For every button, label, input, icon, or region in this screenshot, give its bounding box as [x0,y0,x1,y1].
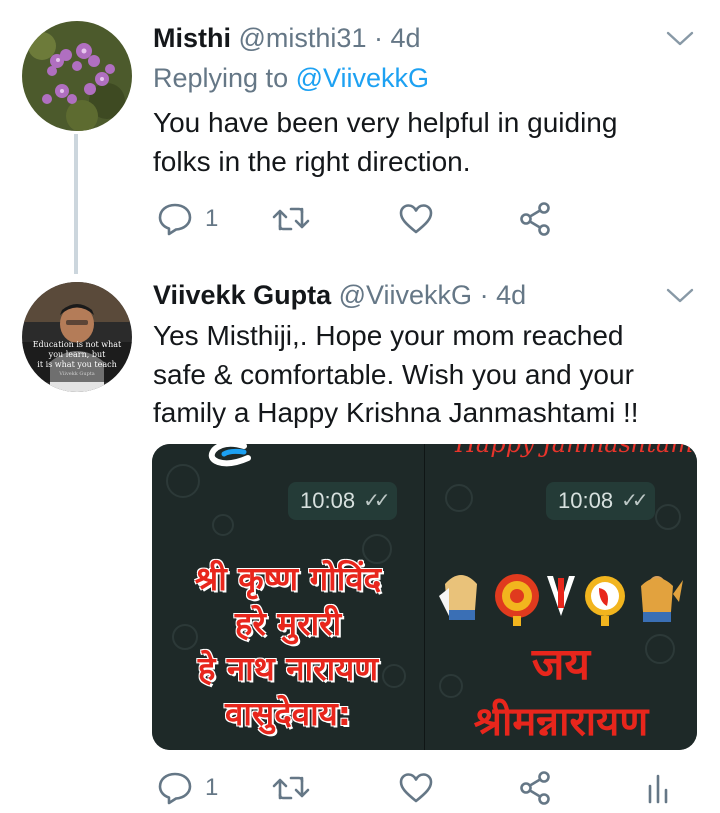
reply-icon [158,772,192,805]
tweet-menu-button[interactable] [662,27,698,51]
retweet-icon [272,776,310,800]
tweet-actions: 1 [153,199,698,239]
shankha-conch [585,576,625,626]
analytics-icon [648,774,668,804]
message-time: 10:08 [558,488,614,513]
tweet-viivekk[interactable]: Education is not what you learn, but it … [0,262,720,813]
tweet-text-line: family a Happy Krishna Janmashtami !! [153,397,639,428]
like-button[interactable] [398,768,434,808]
reply-icon [158,203,192,236]
media-image-left[interactable]: 10:08 ✓✓ श्री कृष्ण गोविंद हरे मुरारी हे… [152,444,424,750]
avatar-quote-line: it is what you teach [37,360,117,369]
separator-dot: · [479,280,489,310]
background-doodle [655,504,681,530]
background-doodle [445,484,473,512]
message-time-badge: 10:08 ✓✓ [288,482,397,520]
devanagari-line: श्री कृष्ण गोविंद [194,559,382,598]
tweet-text-line: folks in the right direction. [153,145,471,177]
like-icon [399,204,433,234]
chevron-down-icon [666,288,694,303]
media-image-right[interactable]: Happy Janmashtami 10:08 ✓✓ जय श्रीमन्नार… [425,444,697,750]
replying-to: Replying to @ViivekkG [153,62,429,94]
double-check-icon: ✓✓ [363,490,390,512]
devanagari-line: श्रीमन्नारायण [473,699,649,745]
reply-button[interactable]: 1 [157,199,218,239]
share-icon [520,771,550,805]
like-button[interactable] [398,199,434,239]
chevron-down-icon [666,31,694,46]
flower-photo-icon [22,21,132,131]
display-name[interactable]: Misthi [153,23,231,53]
avatar[interactable]: Education is not what you learn, but it … [22,282,132,392]
tweet-text-line: Yes Misthiji,. Hope your mom reached [153,320,624,351]
message-time: 10:08 [300,488,356,513]
tweet-text: You have been very helpful in guiding fo… [153,104,698,181]
retweet-button[interactable] [271,199,311,239]
separator-dot: · [373,23,383,53]
avatar-quote: Education is not what you learn, but it … [22,340,132,378]
tweet-header: Misthi @misthi31 · 4d [153,22,421,54]
avatar[interactable] [22,21,132,131]
reply-button[interactable]: 1 [157,768,218,808]
retweet-icon [272,207,310,231]
avatar-quote-signature: Viivekk Gupta [59,371,95,377]
reply-count: 1 [205,774,219,801]
devanagari-line: जय [531,639,591,690]
logo-swirl-icon [208,444,251,467]
user-handle[interactable]: @ViivekkG [339,280,472,310]
background-doodle [166,464,200,498]
tweet-media[interactable]: 10:08 ✓✓ श्री कृष्ण गोविंद हरे मुरारी हे… [152,444,697,750]
user-handle[interactable]: @misthi31 [239,23,367,53]
garuda-figure [439,575,477,620]
sudarshana-chakra [495,574,539,626]
tweet-header: Viivekk Gupta @ViivekkG · 4d [153,279,526,311]
background-doodle [212,514,234,536]
reply-count: 1 [205,205,219,232]
share-icon [520,202,550,236]
avatar-quote-line: you learn, but [48,350,106,359]
analytics-button[interactable] [646,768,670,808]
devanagari-line: हरे मुरारी [234,604,342,643]
message-time-badge: 10:08 ✓✓ [546,482,655,520]
devanagari-line: वासुदेवाय: [225,694,351,733]
like-icon [399,773,433,803]
double-check-icon: ✓✓ [621,490,648,512]
tweet-misthi[interactable]: Misthi @misthi31 · 4d Replying to @Viive… [0,0,720,262]
tweet-text-line: safe & comfortable. Wish you and your [153,358,634,390]
share-button[interactable] [518,768,552,808]
namam-symbol [547,576,575,616]
happy-janmashtami-header: Happy Janmashtami [455,444,697,458]
tweet-actions: 1 [153,768,698,808]
tweet-text: Yes Misthiji,. Hope your mom reached saf… [153,317,698,433]
tweet-text-line: You have been very helpful in guiding [153,107,618,138]
share-button[interactable] [518,199,552,239]
devanagari-line: हे नाथ नारायण [197,649,379,688]
replying-label: Replying to [153,63,289,93]
avatar-quote-line: Education is not what [32,340,122,349]
tweet-time[interactable]: 4d [391,23,421,53]
hanuman-figure [641,576,683,622]
retweet-button[interactable] [271,768,311,808]
reply-mention-link[interactable]: @ViivekkG [296,63,429,93]
tweet-time[interactable]: 4d [496,280,526,310]
tweet-menu-button[interactable] [662,284,698,308]
devotional-symbols-icon [439,574,683,626]
display-name[interactable]: Viivekk Gupta [153,280,331,310]
